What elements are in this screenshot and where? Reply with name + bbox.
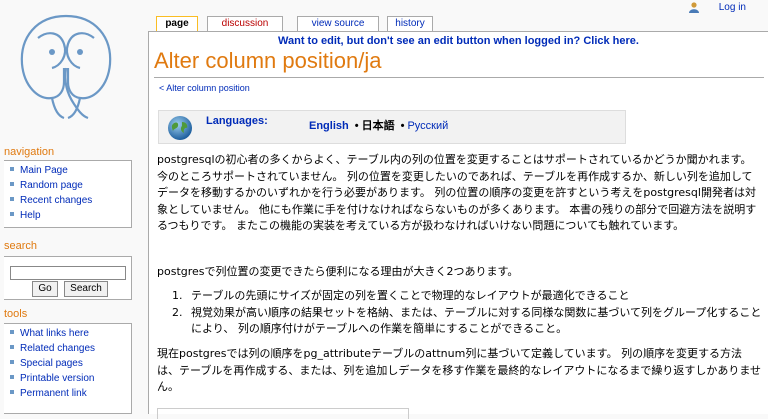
tab-view-source[interactable]: view source — [297, 16, 379, 31]
title-divider — [154, 77, 764, 78]
edit-notice-link[interactable]: Want to edit, but don't see an edit butt… — [149, 35, 768, 47]
postgresql-elephant-logo[interactable] — [8, 8, 124, 124]
tools-portlet: What links here Related changes Special … — [4, 323, 132, 414]
sidebar-item-related-changes[interactable]: Related changes — [10, 341, 131, 356]
list-item: 2. 視覚効果が高い順序の結果セットを格納、または、テーブルに対する同様な関数に基… — [172, 305, 762, 336]
language-russian-link[interactable]: Русский — [407, 120, 448, 132]
tab-history[interactable]: history — [387, 16, 433, 31]
bullet-icon — [10, 197, 14, 202]
language-japanese-current: 日本語 — [361, 120, 395, 132]
user-icon — [689, 2, 699, 13]
search-input[interactable] — [10, 266, 126, 280]
login-link[interactable]: Log in — [719, 2, 746, 13]
search-button[interactable]: Search — [64, 281, 108, 297]
sidebar-item-special-pages[interactable]: Special pages — [10, 356, 131, 371]
sidebar-item-main-page[interactable]: Main Page — [10, 163, 131, 178]
languages-box: Languages: English • 日本語 • Русский — [158, 110, 626, 144]
bullet-icon — [10, 167, 14, 172]
sidebar-item-help[interactable]: Help — [10, 208, 131, 223]
content-area: Want to edit, but don't see an edit butt… — [148, 31, 768, 419]
bullet-icon — [10, 330, 14, 335]
bullet-icon — [10, 360, 14, 365]
sidebar-item-what-links-here[interactable]: What links here — [10, 326, 131, 341]
bullet-icon — [10, 212, 14, 217]
globe-icon — [168, 116, 192, 140]
bullet-icon — [10, 345, 14, 350]
tab-discussion[interactable]: discussion — [207, 16, 283, 31]
navigation-portlet: Main Page Random page Recent changes Hel… — [4, 160, 132, 228]
paragraph-current: 現在postgresでは列の順序をpg_attributeテーブルのattnum… — [157, 347, 762, 393]
paragraph-intro: postgresqlの初心者の多くからよく、テーブル内の列の位置を変更することは… — [157, 153, 757, 232]
search-heading: search — [4, 240, 38, 252]
sidebar-item-permanent-link[interactable]: Permanent link — [10, 386, 131, 401]
language-english-link[interactable]: English — [309, 120, 349, 132]
tools-heading: tools — [4, 308, 28, 320]
sidebar-item-random-page[interactable]: Random page — [10, 178, 131, 193]
bullet-icon — [10, 390, 14, 395]
page-title: Alter column position/ja — [154, 48, 382, 73]
reasons-list: 1. テーブルの先頭にサイズが固定の列を置くことで物理的なレイアウトが最適化できる… — [157, 288, 763, 338]
tab-page[interactable]: page — [156, 16, 198, 31]
navigation-heading: navigation — [4, 146, 55, 158]
bullet-icon — [10, 375, 14, 380]
sidebar-item-printable-version[interactable]: Printable version — [10, 371, 131, 386]
list-item: 1. テーブルの先頭にサイズが固定の列を置くことで物理的なレイアウトが最適化できる… — [172, 289, 630, 302]
paragraph-reasons: postgresで列位置の変更できたら便利になる理由が大きく2つあります。 — [157, 265, 519, 278]
go-button[interactable]: Go — [32, 281, 58, 297]
languages-label: Languages: — [206, 115, 268, 127]
language-list: English • 日本語 • Русский — [309, 120, 449, 132]
parent-page-link[interactable]: < Alter column position — [159, 83, 250, 93]
sidebar-item-recent-changes[interactable]: Recent changes — [10, 193, 131, 208]
bullet-icon — [10, 182, 14, 187]
